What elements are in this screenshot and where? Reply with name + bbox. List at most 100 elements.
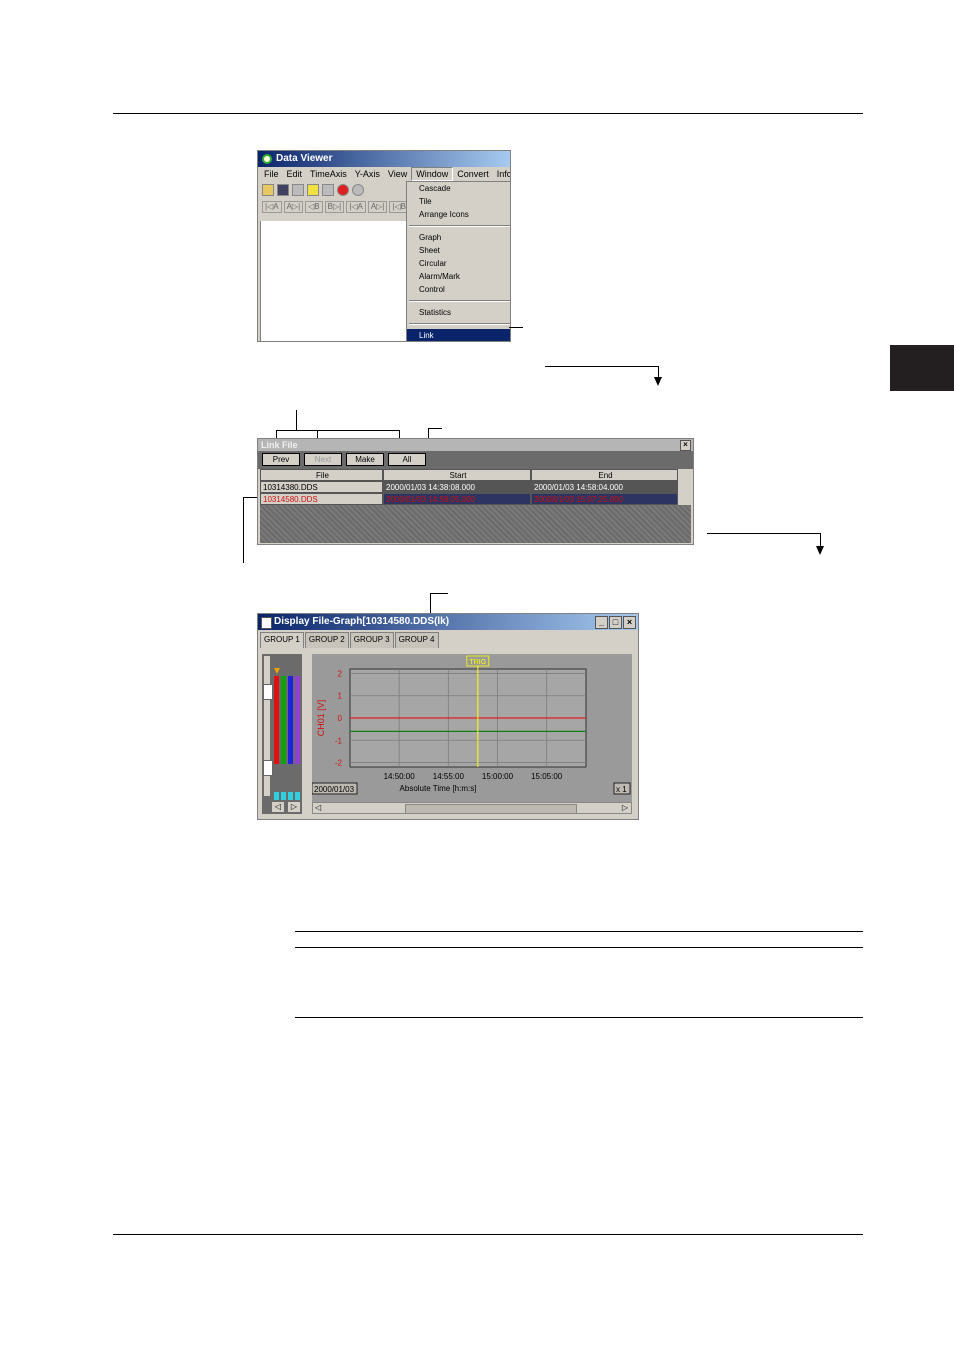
menu-edit[interactable]: Edit (283, 167, 307, 181)
close-icon[interactable]: × (623, 616, 636, 629)
cursor-a-first-button[interactable]: |◁A (262, 201, 282, 213)
x-tick-label: 14:55:00 (433, 772, 465, 781)
menu-view[interactable]: View (384, 167, 411, 181)
callout-line (430, 593, 448, 594)
menu-item-alarm-mark[interactable]: Alarm/Mark (407, 270, 510, 283)
scroll-left-icon[interactable]: ◁ (315, 803, 321, 813)
link-file-table: File Start End 10314380.DDS 2000/01/03 1… (260, 469, 678, 505)
menu-item-arrange-icons[interactable]: Arrange Icons (407, 208, 510, 221)
clock-icon[interactable] (352, 184, 364, 196)
star-icon[interactable] (307, 184, 319, 196)
channel-indicator (274, 792, 302, 800)
close-icon[interactable]: × (680, 440, 691, 451)
app-icon (262, 154, 272, 164)
column-header-file[interactable]: File (260, 469, 383, 481)
all-button[interactable]: All (388, 453, 426, 466)
cursor-a2-next-button[interactable]: A▷| (367, 201, 388, 213)
menu-item-link[interactable]: Link (407, 329, 510, 341)
time-chart: 2 1 0 -1 -2 14:50:00 14:55:00 15:00:00 15:05:00 C… (312, 655, 631, 795)
channel-bar-green[interactable] (281, 676, 286, 764)
cell-start: 2000/01/03 14:58:05.000 (383, 493, 531, 505)
menu-item-control[interactable]: Control (407, 283, 510, 296)
graph-window-title: Display File-Graph[10314580.DDS(lk) (274, 616, 450, 627)
prev-button[interactable]: Prev (262, 453, 300, 466)
cell-end: 2000/01/03 14:58:04.000 (531, 481, 678, 493)
cell-file: 10314380.DDS (260, 481, 383, 493)
y-tick-label: 1 (338, 692, 343, 701)
x-tick-label: 15:00:00 (482, 772, 514, 781)
callout-line (296, 410, 297, 430)
menu-bar: File Edit TimeAxis Y-Axis View Window Co… (258, 167, 510, 181)
make-button[interactable]: Make (346, 453, 384, 466)
y-tick-label: -1 (335, 736, 343, 745)
menu-item-sheet[interactable]: Sheet (407, 244, 510, 257)
cursor-b-next-button[interactable]: B▷| (324, 201, 345, 213)
tab-group-4[interactable]: GROUP 4 (394, 632, 439, 648)
column-header-start[interactable]: Start (383, 469, 531, 481)
graph-window: Display File-Graph[10314580.DDS(lk) _ □ … (257, 613, 639, 820)
callout-line (707, 533, 821, 534)
data-viewer-titlebar: Data Viewer (258, 151, 510, 167)
data-viewer-window: Data Viewer File Edit TimeAxis Y-Axis Vi… (257, 150, 511, 342)
grid-icon[interactable] (322, 184, 334, 196)
cell-file: 10314580.DDS (260, 493, 383, 505)
trigger-label: TRIG (469, 659, 486, 666)
menu-item-circular[interactable]: Circular (407, 257, 510, 270)
tab-group-3[interactable]: GROUP 3 (349, 632, 394, 648)
plot-area: 2 1 0 -1 -2 14:50:00 14:55:00 15:00:00 15:05:00 C… (312, 654, 632, 802)
minimize-icon[interactable]: _ (595, 616, 608, 629)
y-tick-label: 0 (338, 714, 343, 723)
channel-bar-purple[interactable] (295, 676, 300, 764)
maximize-icon[interactable]: □ (609, 616, 622, 629)
callout-line (509, 327, 523, 328)
menu-item-cascade[interactable]: Cascade (407, 182, 510, 195)
scroll-right-icon[interactable]: ▷ (622, 803, 628, 813)
cursor-b-prev-button[interactable]: ◁B (305, 201, 323, 213)
x-axis-label: Absolute Time [h:m:s] (400, 784, 477, 793)
arrow-icon (816, 546, 824, 555)
horizontal-scrollbar[interactable]: ◁ ▷ (312, 802, 632, 814)
y-tick-label: 2 (338, 669, 343, 678)
record-icon[interactable] (337, 184, 349, 196)
callout-line (276, 430, 400, 431)
open-icon[interactable] (262, 184, 274, 196)
menu-file[interactable]: File (260, 167, 283, 181)
y-axis-label: CH01 [V] (316, 700, 326, 737)
y-tick-label: -2 (335, 759, 343, 768)
table-header: File Start End (260, 469, 678, 481)
table-row[interactable]: 10314380.DDS 2000/01/03 14:38:08.000 200… (260, 481, 678, 493)
link-file-window: Link File × Prev Next Make All File Star… (257, 438, 694, 545)
channel-bar-red[interactable] (274, 676, 279, 764)
menu-inform[interactable]: Inform (493, 167, 510, 181)
menu-convert[interactable]: Convert (453, 167, 493, 181)
cursor-a2-first-button[interactable]: |◁A (346, 201, 366, 213)
panel-scroll-right-icon[interactable]: ▷ (288, 802, 300, 812)
menu-item-graph[interactable]: Graph (407, 231, 510, 244)
menu-item-tile[interactable]: Tile (407, 195, 510, 208)
channel-bar-panel: ◁ ▷ (262, 654, 302, 814)
scale-slider-handle[interactable] (263, 684, 273, 700)
column-header-end[interactable]: End (531, 469, 678, 481)
link-file-titlebar: Link File × (258, 439, 693, 451)
menu-yaxis[interactable]: Y-Axis (351, 167, 384, 181)
copy-icon[interactable] (292, 184, 304, 196)
next-button[interactable]: Next (304, 453, 342, 466)
callout-line (545, 366, 658, 367)
panel-scroll-left-icon[interactable]: ◁ (272, 802, 284, 812)
tab-group-1[interactable]: GROUP 1 (260, 632, 304, 648)
scale-slider-handle[interactable] (263, 760, 273, 776)
tab-group-2[interactable]: GROUP 2 (304, 632, 349, 648)
menu-separator (409, 300, 510, 302)
link-button-row: Prev Next Make All (258, 451, 693, 469)
menu-window[interactable]: Window (411, 167, 454, 181)
chapter-tab-mark (890, 345, 954, 391)
save-icon[interactable] (277, 184, 289, 196)
menu-separator (409, 225, 510, 227)
channel-bar-blue[interactable] (288, 676, 293, 764)
table-row[interactable]: 10314580.DDS 2000/01/03 14:58:05.000 200… (260, 493, 678, 505)
cursor-a-next-button[interactable]: A▷| (283, 201, 304, 213)
menu-timeaxis[interactable]: TimeAxis (306, 167, 351, 181)
menu-item-statistics[interactable]: Statistics (407, 306, 510, 319)
x-tick-label: 14:50:00 (384, 772, 416, 781)
scroll-thumb[interactable] (405, 804, 577, 814)
